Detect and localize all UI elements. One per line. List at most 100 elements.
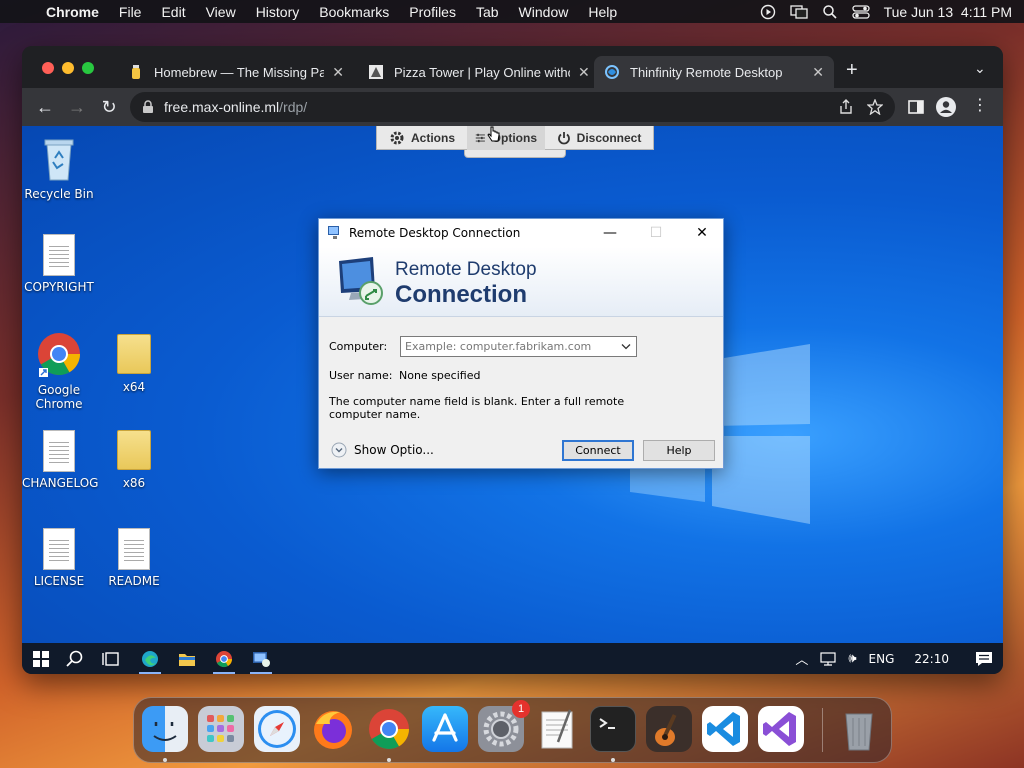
desktop-icon-changelog[interactable]: CHANGELOG: [22, 430, 98, 490]
dock-garageband[interactable]: [646, 706, 692, 752]
dock-finder[interactable]: [142, 706, 188, 752]
computer-combobox[interactable]: Example: computer.fabrikam.com: [400, 336, 637, 357]
language-indicator[interactable]: ENG: [869, 652, 895, 666]
menu-app-name[interactable]: Chrome: [36, 4, 109, 20]
menubar-clock[interactable]: Tue Jun 13 4:11 PM: [884, 4, 1012, 20]
toolbar-pull-tab[interactable]: [464, 150, 566, 158]
taskbar-clock[interactable]: 22:10: [914, 652, 949, 666]
share-icon[interactable]: [839, 99, 853, 115]
desktop-icon-license[interactable]: LICENSE: [22, 528, 96, 588]
control-center-icon[interactable]: [851, 4, 870, 20]
desktop-icon-recycle-bin[interactable]: Recycle Bin: [22, 134, 96, 201]
search-icon[interactable]: [64, 648, 86, 670]
desktop-icon-google-chrome[interactable]: Google Chrome: [22, 330, 96, 411]
dock-vscode[interactable]: [702, 706, 748, 752]
hand-cursor-icon: [487, 126, 500, 142]
desktop-icon-readme[interactable]: README: [97, 528, 171, 588]
finder-icon: [153, 722, 177, 741]
menu-profiles[interactable]: Profiles: [399, 4, 466, 20]
back-button[interactable]: ←: [34, 96, 56, 118]
zoom-window-button[interactable]: [82, 62, 94, 74]
tab-close-icon[interactable]: ✕: [332, 64, 344, 81]
expand-chevron-icon: [331, 442, 347, 458]
options-button[interactable]: Options: [467, 126, 545, 150]
lock-icon[interactable]: [142, 100, 154, 114]
chrome-running-dot: [387, 758, 391, 762]
menu-tab[interactable]: Tab: [466, 4, 509, 20]
dock-system-settings[interactable]: 1: [478, 700, 530, 752]
reload-button[interactable]: ↻: [98, 96, 120, 118]
tab-close-icon[interactable]: ✕: [812, 64, 824, 81]
disconnect-button[interactable]: Disconnect: [545, 126, 653, 150]
side-panel-icon[interactable]: [908, 99, 924, 115]
network-icon[interactable]: [820, 651, 836, 666]
dock-chrome[interactable]: [366, 706, 412, 752]
sliders-icon: [475, 133, 485, 142]
dock-firefox[interactable]: [310, 706, 356, 752]
dock-terminal[interactable]: [590, 706, 636, 752]
file-explorer-icon[interactable]: [176, 648, 198, 670]
actions-button[interactable]: Actions: [377, 126, 467, 150]
toolbar: ← → ↻ free.max-online.ml/rdp/ ⋮: [22, 88, 1003, 126]
edge-taskbar-icon[interactable]: [139, 648, 161, 670]
trash-icon: [845, 713, 873, 751]
play-status-icon[interactable]: [760, 4, 776, 20]
forward-button[interactable]: →: [66, 96, 88, 118]
finder-running-dot: [163, 758, 167, 762]
notifications-icon[interactable]: [975, 651, 993, 667]
tab-homebrew[interactable]: Homebrew — The Missing Pack ✕: [118, 56, 354, 88]
dock-textedit[interactable]: [534, 706, 580, 752]
windows-taskbar: ︿ 🕪 ENG 22:10: [22, 643, 1003, 674]
minimize-button[interactable]: —: [587, 219, 633, 247]
chevron-down-icon[interactable]: [621, 343, 631, 351]
desktop-icon-x64[interactable]: x64: [97, 334, 171, 394]
help-button[interactable]: Help: [643, 440, 715, 461]
close-window-button[interactable]: [42, 62, 54, 74]
menu-window[interactable]: Window: [509, 4, 579, 20]
tab-close-icon[interactable]: ✕: [578, 64, 590, 81]
menu-bookmarks[interactable]: Bookmarks: [309, 4, 399, 20]
menu-edit[interactable]: Edit: [151, 4, 195, 20]
username-label: User name:: [329, 369, 393, 382]
dock-app-store[interactable]: [422, 706, 468, 752]
dialog-titlebar[interactable]: Remote Desktop Connection — ☐ ✕: [319, 219, 723, 247]
tab-pizza-tower[interactable]: Pizza Tower | Play Online witho ✕: [358, 56, 610, 88]
tray-chevron-up-icon[interactable]: ︿: [795, 649, 808, 668]
tab-thinfinity[interactable]: Thinfinity Remote Desktop ✕: [594, 56, 834, 88]
chrome-menu-icon[interactable]: ⋮: [972, 96, 988, 116]
address-bar[interactable]: free.max-online.ml/rdp/: [130, 92, 895, 122]
volume-icon[interactable]: 🕪: [848, 651, 856, 666]
menu-history[interactable]: History: [246, 4, 310, 20]
url-host: free.max-online.ml: [164, 99, 280, 115]
minimize-window-button[interactable]: [62, 62, 74, 74]
chrome-taskbar-icon[interactable]: [213, 648, 235, 670]
desktop-icon-x86[interactable]: x86: [97, 430, 171, 490]
menu-view[interactable]: View: [196, 4, 246, 20]
dock-launchpad[interactable]: [198, 706, 244, 752]
desktop-icon-copyright[interactable]: COPYRIGHT: [22, 234, 96, 294]
rdc-taskbar-icon[interactable]: [250, 648, 272, 670]
menu-help[interactable]: Help: [578, 4, 627, 20]
disconnect-label: Disconnect: [576, 130, 642, 145]
close-button[interactable]: ✕: [679, 219, 725, 247]
connect-button[interactable]: Connect: [562, 440, 634, 461]
power-icon: [557, 131, 570, 144]
screen-mirroring-icon[interactable]: [789, 4, 808, 20]
bookmark-star-icon[interactable]: [867, 99, 883, 115]
windows-start-icon[interactable]: [30, 648, 52, 670]
dock-trash[interactable]: [836, 706, 882, 752]
show-options-toggle[interactable]: Show Optio...: [331, 442, 434, 458]
new-tab-button[interactable]: +: [846, 60, 858, 80]
banner-title-line1: Remote Desktop: [395, 259, 537, 280]
remote-desktop-area[interactable]: Actions Options Disconnect Recycle Bin C…: [22, 126, 1003, 643]
terminal-running-dot: [611, 758, 615, 762]
spotlight-search-icon[interactable]: [822, 4, 838, 20]
menu-file[interactable]: File: [109, 4, 152, 20]
profile-avatar[interactable]: [936, 97, 956, 117]
dock-visual-studio[interactable]: [758, 706, 804, 752]
task-view-icon[interactable]: [100, 648, 122, 670]
chrome-running-indicator: [213, 672, 235, 674]
launchpad-grid-icon: [207, 715, 234, 742]
tab-search-chevron-icon[interactable]: ⌄: [974, 60, 986, 77]
dock-safari[interactable]: [254, 706, 300, 752]
